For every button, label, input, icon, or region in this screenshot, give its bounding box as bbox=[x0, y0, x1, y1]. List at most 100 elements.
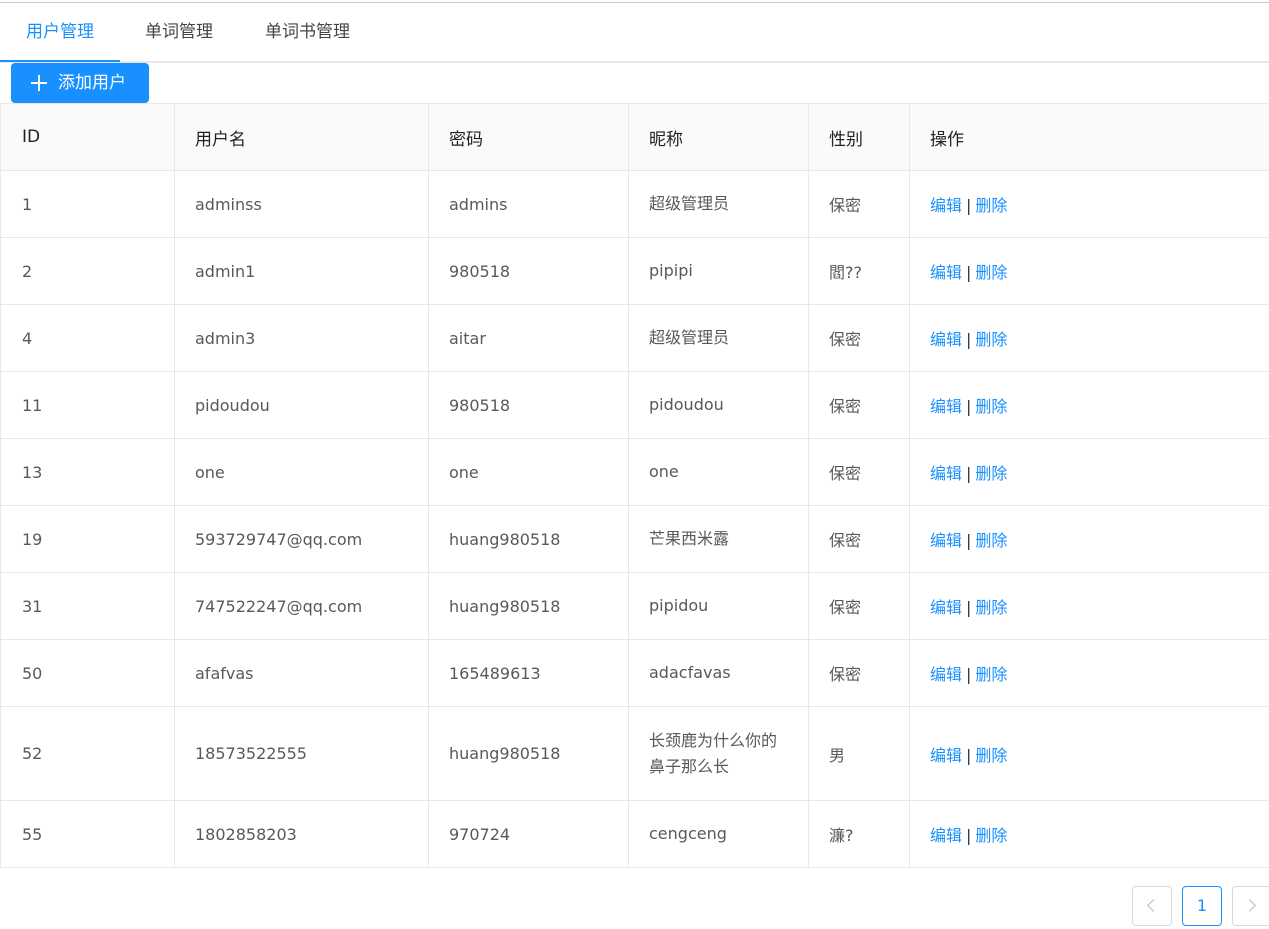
cell-username: admin1 bbox=[174, 237, 429, 305]
table-row: 2 admin1 980518 pipipi 閻?? 编辑 | 删除 bbox=[0, 237, 1269, 305]
nickname-text: 芒果西米露 bbox=[649, 529, 730, 548]
add-user-button[interactable]: 添加用户 bbox=[11, 63, 149, 103]
edit-link[interactable]: 编辑 bbox=[930, 598, 962, 617]
nickname-text: pipipi bbox=[649, 261, 693, 280]
cell-gender: 濂? bbox=[808, 800, 910, 868]
pagination-page-1[interactable]: 1 bbox=[1182, 886, 1222, 926]
table-row: 11 pidoudou 980518 pidoudou 保密 编辑 | 删除 bbox=[0, 371, 1269, 439]
edit-link[interactable]: 编辑 bbox=[930, 665, 962, 684]
delete-link[interactable]: 删除 bbox=[975, 826, 1007, 845]
action-separator: | bbox=[966, 665, 972, 684]
nickname-text: 超级管理员 bbox=[649, 194, 730, 213]
nickname-text: pidoudou bbox=[649, 395, 724, 414]
nickname-text: one bbox=[649, 462, 679, 481]
edit-link[interactable]: 编辑 bbox=[930, 464, 962, 483]
plus-icon bbox=[31, 75, 47, 91]
cell-password: huang980518 bbox=[428, 706, 629, 801]
table-row: 31 747522247@qq.com huang980518 pipidou 保密 编辑… bbox=[0, 572, 1269, 640]
cell-gender: 男 bbox=[808, 706, 910, 801]
delete-link[interactable]: 删除 bbox=[975, 531, 1007, 550]
delete-link[interactable]: 删除 bbox=[975, 263, 1007, 282]
cell-id: 1 bbox=[0, 170, 175, 238]
tab-word-management[interactable]: 单词管理 bbox=[145, 3, 213, 63]
delete-link[interactable]: 删除 bbox=[975, 746, 1007, 765]
action-separator: | bbox=[966, 826, 972, 845]
column-header-actions: 操作 bbox=[909, 103, 1269, 171]
table-row: 52 18573522555 huang980518 长颈鹿为什么你的鼻子那么长男编辑… bbox=[0, 706, 1269, 801]
cell-nickname: 芒果西米露 bbox=[628, 505, 809, 573]
cell-gender: 保密 bbox=[808, 572, 910, 640]
cell-nickname: 超级管理员 bbox=[628, 304, 809, 372]
pagination-prev-button[interactable] bbox=[1132, 886, 1172, 926]
cell-nickname: pipidou bbox=[628, 572, 809, 640]
action-separator: | bbox=[966, 330, 972, 349]
table-row: 19 593729747@qq.com huang980518 芒果西米露 保密 编辑 | 删… bbox=[0, 505, 1269, 573]
cell-username: 747522247@qq.com bbox=[174, 572, 429, 640]
cell-gender: 保密 bbox=[808, 639, 910, 707]
column-header-username: 用户名 bbox=[174, 103, 429, 171]
cell-password: 165489613 bbox=[428, 639, 629, 707]
active-tab-indicator bbox=[0, 60, 120, 62]
action-separator: | bbox=[966, 196, 972, 215]
cell-nickname: 长颈鹿为什么你的鼻子那么长 bbox=[628, 706, 809, 801]
add-user-label: 添加用户 bbox=[58, 73, 126, 93]
table-row: 55 1802858203 970724 cengceng 濂? 编辑 | 删除 bbox=[0, 800, 1269, 868]
tab-wordbook-management[interactable]: 单词书管理 bbox=[265, 3, 350, 63]
edit-link[interactable]: 编辑 bbox=[930, 196, 962, 215]
table-row: 4 admin3 aitar 超级管理员 保密 编辑 | 删除 bbox=[0, 304, 1269, 372]
edit-link[interactable]: 编辑 bbox=[930, 531, 962, 550]
action-separator: | bbox=[966, 397, 972, 416]
cell-nickname: pipipi bbox=[628, 237, 809, 305]
cell-nickname: cengceng bbox=[628, 800, 809, 868]
cell-id: 31 bbox=[0, 572, 175, 640]
table-row: 13 one one one 保密 编辑 | 删除 bbox=[0, 438, 1269, 506]
delete-link[interactable]: 删除 bbox=[975, 464, 1007, 483]
cell-password: 980518 bbox=[428, 371, 629, 439]
delete-link[interactable]: 删除 bbox=[975, 196, 1007, 215]
delete-link[interactable]: 删除 bbox=[975, 598, 1007, 617]
edit-link[interactable]: 编辑 bbox=[930, 397, 962, 416]
cell-id: 55 bbox=[0, 800, 175, 868]
cell-password: huang980518 bbox=[428, 572, 629, 640]
column-header-id: ID bbox=[0, 103, 175, 171]
cell-password: 970724 bbox=[428, 800, 629, 868]
cell-gender: 保密 bbox=[808, 371, 910, 439]
nickname-text: cengceng bbox=[649, 824, 727, 843]
action-separator: | bbox=[966, 464, 972, 483]
cell-username: adminss bbox=[174, 170, 429, 238]
delete-link[interactable]: 删除 bbox=[975, 665, 1007, 684]
cell-actions: 编辑 | 删除 bbox=[909, 706, 1269, 801]
cell-actions: 编辑 | 删除 bbox=[909, 438, 1269, 506]
column-header-password: 密码 bbox=[428, 103, 629, 171]
user-table: ID 用户名 密码 昵称 性别 操作 1 adminss admins 超级管理员 保密… bbox=[0, 103, 1269, 868]
cell-password: admins bbox=[428, 170, 629, 238]
cell-gender: 保密 bbox=[808, 438, 910, 506]
cell-username: pidoudou bbox=[174, 371, 429, 439]
cell-nickname: pidoudou bbox=[628, 371, 809, 439]
cell-password: huang980518 bbox=[428, 505, 629, 573]
edit-link[interactable]: 编辑 bbox=[930, 826, 962, 845]
pagination-next-button[interactable] bbox=[1232, 886, 1269, 926]
tab-bar: 用户管理 单词管理 单词书管理 bbox=[0, 3, 1269, 63]
cell-password: aitar bbox=[428, 304, 629, 372]
edit-link[interactable]: 编辑 bbox=[930, 330, 962, 349]
delete-link[interactable]: 删除 bbox=[975, 397, 1007, 416]
edit-link[interactable]: 编辑 bbox=[930, 746, 962, 765]
action-separator: | bbox=[966, 598, 972, 617]
cell-password: 980518 bbox=[428, 237, 629, 305]
edit-link[interactable]: 编辑 bbox=[930, 263, 962, 282]
cell-password: one bbox=[428, 438, 629, 506]
cell-nickname: 超级管理员 bbox=[628, 170, 809, 238]
cell-id: 50 bbox=[0, 639, 175, 707]
chevron-left-icon bbox=[1147, 899, 1160, 912]
delete-link[interactable]: 删除 bbox=[975, 330, 1007, 349]
column-header-gender: 性别 bbox=[808, 103, 910, 171]
cell-gender: 保密 bbox=[808, 170, 910, 238]
cell-username: afafvas bbox=[174, 639, 429, 707]
cell-actions: 编辑 | 删除 bbox=[909, 572, 1269, 640]
cell-actions: 编辑 | 删除 bbox=[909, 304, 1269, 372]
cell-actions: 编辑 | 删除 bbox=[909, 800, 1269, 868]
column-header-nickname: 昵称 bbox=[628, 103, 809, 171]
cell-id: 13 bbox=[0, 438, 175, 506]
tab-user-management[interactable]: 用户管理 bbox=[0, 3, 120, 63]
